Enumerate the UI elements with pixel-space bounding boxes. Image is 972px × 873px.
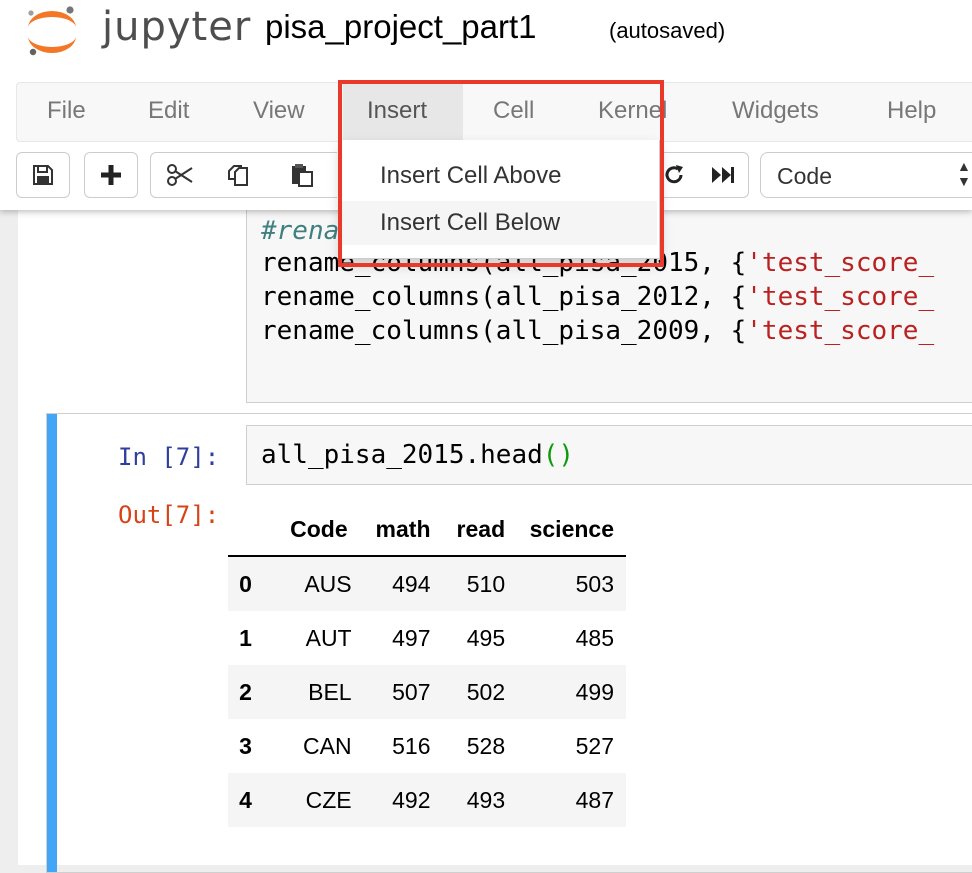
table-cell: CAN bbox=[303, 732, 352, 759]
copy-icon bbox=[228, 165, 248, 186]
row-index: 3 bbox=[239, 732, 252, 759]
select-arrows-icon: ▲ ▼ bbox=[957, 158, 971, 189]
input-prompt: In [7]: bbox=[118, 443, 220, 471]
code-call: all_pisa_2015.head bbox=[261, 440, 543, 470]
table-cell: AUT bbox=[305, 624, 352, 651]
notebook-container: #rena rename_columns(all_pisa_2015, {'te… bbox=[18, 195, 972, 873]
code-line: rename_columns(all_pisa_2012, {'test_sco… bbox=[261, 282, 934, 312]
table-cell: 510 bbox=[466, 570, 506, 597]
notebook-title[interactable]: pisa_project_part1 bbox=[265, 8, 537, 46]
table-cell: BEL bbox=[308, 678, 352, 705]
output-prompt: Out[7]: bbox=[118, 501, 220, 529]
table-row: 3 CAN 516 528 527 bbox=[228, 719, 626, 773]
table-cell: CZE bbox=[305, 786, 352, 813]
code-call: rename_columns(all_pisa_2009, { bbox=[261, 316, 747, 346]
table-cell: 503 bbox=[575, 570, 614, 597]
menu-help[interactable]: Help bbox=[873, 83, 950, 141]
column-header: read bbox=[430, 503, 506, 557]
cell-type-value: Code bbox=[777, 163, 832, 189]
save-button[interactable] bbox=[16, 152, 70, 198]
menu-edit[interactable]: Edit bbox=[134, 83, 203, 141]
table-cell: 492 bbox=[392, 786, 431, 813]
column-header: science bbox=[505, 503, 626, 557]
code-string: 'test_score_ bbox=[746, 316, 935, 346]
table-row: 4 CZE 492 493 487 bbox=[228, 773, 626, 827]
refresh-icon bbox=[665, 165, 683, 184]
row-index: 2 bbox=[239, 678, 252, 705]
logo-wordmark: jupyter bbox=[102, 4, 252, 50]
row-index: 1 bbox=[239, 624, 252, 651]
paste-button[interactable] bbox=[267, 152, 337, 198]
table-cell: 516 bbox=[392, 732, 431, 759]
row-index: 4 bbox=[239, 786, 252, 813]
table-cell: 499 bbox=[575, 678, 614, 705]
dataframe-output: Code math read science 0 AUS 494 510 503… bbox=[228, 503, 626, 827]
table-cell: 497 bbox=[392, 624, 431, 651]
table-row: 0 AUS 494 510 503 bbox=[228, 556, 626, 611]
comment-text: #rena bbox=[261, 216, 340, 246]
copy-button[interactable] bbox=[209, 152, 268, 198]
table-header-row: Code math read science bbox=[228, 503, 626, 557]
paste-icon bbox=[292, 164, 313, 187]
highlight-annotation-box bbox=[338, 80, 664, 267]
dataframe-table: Code math read science 0 AUS 494 510 503… bbox=[228, 503, 626, 827]
plus-icon bbox=[101, 165, 121, 185]
jupyter-logo[interactable]: jupyter bbox=[18, 2, 252, 58]
column-header bbox=[228, 503, 264, 557]
column-header: Code bbox=[263, 503, 352, 557]
row-index: 0 bbox=[239, 570, 252, 597]
code-parens: () bbox=[542, 440, 575, 470]
code-call: rename_columns(all_pisa_2012, { bbox=[261, 282, 747, 312]
table-cell: 493 bbox=[466, 786, 506, 813]
restart-run-all-button[interactable] bbox=[697, 152, 749, 198]
table-cell: AUS bbox=[304, 570, 352, 597]
menu-view[interactable]: View bbox=[239, 83, 319, 141]
jupyter-logo-icon bbox=[28, 6, 76, 56]
menu-widgets[interactable]: Widgets bbox=[718, 83, 833, 141]
table-cell: 494 bbox=[392, 570, 431, 597]
code-line: rename_columns(all_pisa_2009, {'test_sco… bbox=[261, 316, 934, 346]
table-row: 1 AUT 497 495 485 bbox=[228, 611, 626, 665]
cell-type-select[interactable]: Code ▲ ▼ bbox=[760, 152, 972, 198]
code-comment: #rena bbox=[261, 216, 339, 246]
cut-button[interactable] bbox=[150, 152, 210, 198]
fast-forward-icon bbox=[711, 167, 734, 183]
table-cell: 528 bbox=[466, 732, 506, 759]
code-line: all_pisa_2015.head() bbox=[261, 440, 574, 470]
scissors-icon bbox=[167, 164, 193, 186]
table-cell: 527 bbox=[575, 732, 614, 759]
code-cell-input[interactable]: all_pisa_2015.head() bbox=[246, 425, 972, 485]
table-cell: 507 bbox=[392, 678, 431, 705]
column-header: math bbox=[351, 503, 431, 557]
code-string: 'test_score_ bbox=[746, 248, 935, 278]
selected-cell-indicator bbox=[47, 414, 57, 872]
save-icon bbox=[33, 165, 53, 185]
table-row: 2 BEL 507 502 499 bbox=[228, 665, 626, 719]
menu-file[interactable]: File bbox=[33, 83, 100, 141]
insert-cell-button[interactable] bbox=[84, 152, 138, 198]
autosave-status: (autosaved) bbox=[609, 18, 726, 43]
table-cell: 502 bbox=[466, 678, 506, 705]
code-string: 'test_score_ bbox=[746, 282, 935, 312]
table-cell: 485 bbox=[575, 624, 614, 651]
table-cell: 487 bbox=[575, 786, 614, 813]
table-cell: 495 bbox=[466, 624, 506, 651]
